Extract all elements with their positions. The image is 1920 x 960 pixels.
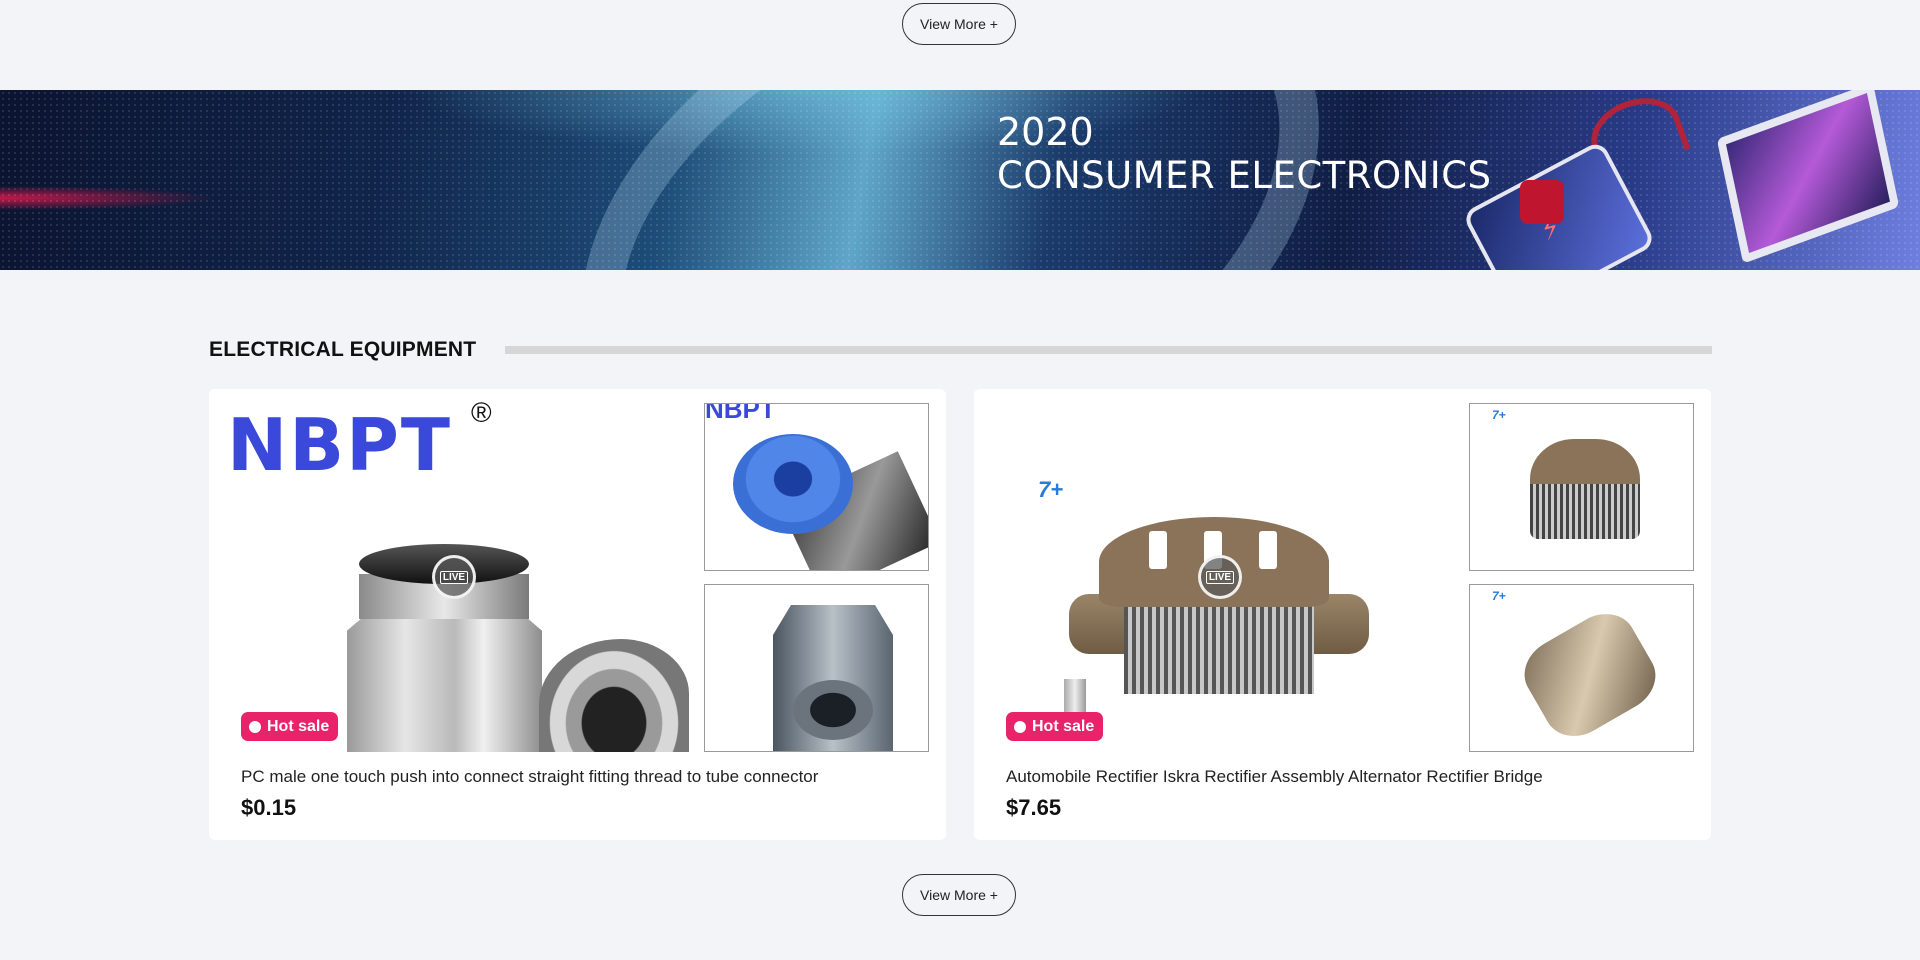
product-price: $7.65 [1006, 795, 1062, 820]
brand-logo-cropped: NBPT [705, 403, 776, 424]
live-icon[interactable]: LIVE [1198, 555, 1242, 599]
consumer-electronics-banner[interactable]: 2020 CONSUMER ELECTRONICS ⚡ [0, 90, 1920, 270]
product-name[interactable]: PC male one touch push into connect stra… [241, 767, 818, 787]
badge-dot-icon [249, 721, 261, 733]
product-card[interactable]: NBPT ® LIVE Hot sale NBPT PC male one to… [209, 389, 946, 840]
banner-title: CONSUMER ELECTRONICS [997, 154, 1492, 197]
badge-label: Hot sale [267, 717, 330, 735]
section-divider [505, 346, 1712, 354]
product-thumbnail-1[interactable]: 7+ [1469, 403, 1694, 571]
rectifier-thumbnail [1530, 439, 1640, 539]
section-header: ELECTRICAL EQUIPMENT [209, 334, 1712, 366]
live-label: LIVE [1205, 570, 1235, 584]
view-more-button-top[interactable]: View More + [902, 3, 1016, 45]
rectifier-thumbnail [1513, 601, 1667, 749]
brand-logo: NBPT [227, 403, 453, 487]
fitting-opening [793, 680, 873, 740]
brand-logo-small: 7+ [1492, 408, 1506, 422]
product-main-image[interactable]: 7+ LIVE Hot sale [974, 389, 1464, 752]
banner-year: 2020 [997, 110, 1094, 154]
live-icon[interactable]: LIVE [432, 555, 476, 599]
smartwatch-image [1520, 180, 1564, 224]
product-price: $0.15 [241, 795, 297, 820]
view-more-button-bottom[interactable]: View More + [902, 874, 1016, 916]
section-title: ELECTRICAL EQUIPMENT [209, 338, 477, 361]
brand-logo: 7+ [1038, 477, 1064, 502]
product-card[interactable]: 7+ LIVE Hot sale 7+ 7+ Automobile Rectif… [974, 389, 1711, 840]
hot-sale-badge: Hot sale [1006, 712, 1104, 741]
registered-mark: ® [471, 397, 492, 428]
rectifier-fins [1124, 604, 1314, 694]
fitting-body [347, 614, 542, 752]
fitting-elbow [539, 639, 689, 752]
cover-slot [1259, 531, 1277, 569]
badge-label: Hot sale [1032, 717, 1095, 735]
blue-collet [733, 434, 853, 534]
product-name[interactable]: Automobile Rectifier Iskra Rectifier Ass… [1006, 767, 1543, 787]
brand-logo-small: 7+ [1492, 589, 1506, 603]
product-main-image[interactable]: NBPT ® LIVE Hot sale [209, 389, 699, 752]
cover-slot [1149, 531, 1167, 569]
product-thumbnail-1[interactable]: NBPT [704, 403, 929, 571]
hot-sale-badge: Hot sale [241, 712, 339, 741]
badge-dot-icon [1014, 721, 1026, 733]
live-label: LIVE [439, 570, 469, 584]
product-thumbnail-2[interactable]: 7+ [1469, 584, 1694, 752]
product-thumbnail-2[interactable] [704, 584, 929, 752]
banner-text: 2020 CONSUMER ELECTRONICS [997, 110, 1492, 198]
